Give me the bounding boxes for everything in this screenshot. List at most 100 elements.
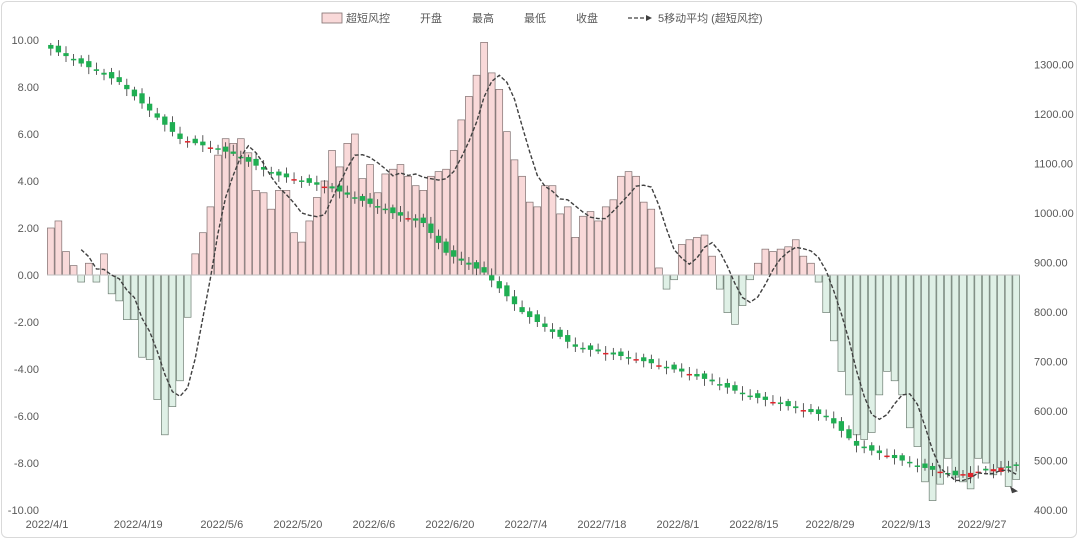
x-tick-label: 2022/4/19 [114, 519, 163, 531]
candle-body [162, 116, 168, 125]
y-right-tick-label: 600.00 [1034, 406, 1068, 418]
candle-body [853, 440, 860, 446]
bar [875, 274, 884, 396]
bar [571, 237, 580, 276]
x-tick-label: 2022/8/1 [656, 519, 699, 531]
bar [761, 248, 770, 276]
y-left-tick-label: -10.00 [8, 505, 39, 517]
candle-body [755, 393, 761, 398]
candle-body [527, 311, 533, 318]
y-right-tick-label: 900.00 [1034, 258, 1068, 270]
candle-body [815, 409, 822, 415]
candle-body [466, 262, 472, 265]
bar [548, 185, 557, 276]
bar [282, 190, 291, 276]
candle-body [215, 148, 221, 150]
legend-label-bar: 超短风控 [346, 11, 390, 25]
bar [525, 201, 534, 276]
candle-body [785, 401, 791, 407]
bar [959, 274, 967, 483]
candle-body [200, 141, 206, 146]
y-left-tick-label: 0.00 [18, 270, 39, 282]
legend-label-high: 最高 [472, 11, 494, 25]
bar [693, 237, 701, 276]
candle-body [146, 103, 153, 111]
bar [183, 274, 192, 318]
x-tick-label: 2022/6/6 [352, 519, 395, 531]
bar [868, 274, 876, 433]
candle-body [937, 471, 943, 474]
candle-body [952, 470, 959, 476]
y-axis-right: 400.00 500.00 600.00 700.00 800.00 900.00 1000… [1034, 60, 1074, 517]
bar [921, 274, 929, 483]
candle-body [663, 366, 670, 369]
bar [434, 171, 443, 276]
candle-body [823, 415, 829, 418]
bar [890, 274, 899, 382]
y-left-tick-label: 6.00 [18, 129, 39, 141]
candle-body [846, 429, 852, 439]
candle-body [747, 395, 753, 398]
candle-body [420, 217, 426, 224]
bar [259, 192, 268, 276]
bar [487, 72, 496, 276]
bar [723, 274, 732, 313]
candle-body [124, 84, 130, 90]
bar [951, 274, 960, 478]
candle-body [504, 285, 510, 297]
candle-body [321, 186, 328, 189]
bar [206, 206, 215, 276]
bar [860, 274, 868, 440]
bar [100, 253, 108, 276]
bar [138, 274, 146, 358]
bar [807, 262, 815, 276]
bar [791, 239, 800, 276]
bar [799, 255, 808, 276]
candle-body [70, 58, 77, 61]
bar [328, 150, 336, 276]
bar [404, 175, 412, 276]
bar [69, 265, 78, 276]
candle-body [329, 186, 335, 189]
bar [358, 178, 367, 276]
y-left-tick-label: 4.00 [18, 176, 39, 188]
candle-body [587, 345, 594, 350]
bar [145, 274, 154, 360]
candle-body [861, 446, 867, 449]
legend-ma-arrow [646, 15, 652, 21]
y-right-tick-label: 400.00 [1034, 505, 1068, 517]
candle-body [375, 206, 381, 208]
candle-body [177, 133, 183, 139]
bar [769, 251, 777, 276]
bar [480, 41, 488, 276]
bar [533, 206, 542, 276]
candle-body [914, 465, 921, 467]
candle-body [230, 151, 236, 154]
candle-body [603, 352, 609, 355]
candle-body [633, 359, 639, 361]
candle-body [557, 329, 563, 337]
candle-body [276, 171, 282, 176]
bar [982, 274, 990, 464]
bar [1012, 274, 1020, 480]
candle-body [253, 158, 259, 166]
y-right-tick-label: 800.00 [1034, 307, 1068, 319]
candle-body [967, 472, 974, 478]
candle-body [922, 463, 928, 468]
candle-body [572, 344, 578, 347]
bar [647, 208, 656, 276]
bar [700, 234, 709, 276]
candle-body [139, 93, 145, 104]
bar [715, 274, 724, 290]
bar [632, 175, 640, 276]
ma-arrow-head [1010, 486, 1018, 494]
candle-body [207, 147, 214, 149]
candle-body [222, 146, 229, 152]
bar [586, 211, 595, 276]
histogram-bars [47, 41, 1020, 501]
candle-body [48, 44, 54, 49]
candle-body [245, 157, 252, 162]
y-axis-left: -10.00 -8.00 -6.00 -4.00 -2.00 0.00 2.00 4.00 6.… [8, 35, 39, 517]
candle-body [169, 122, 176, 132]
candle-body [884, 455, 890, 458]
